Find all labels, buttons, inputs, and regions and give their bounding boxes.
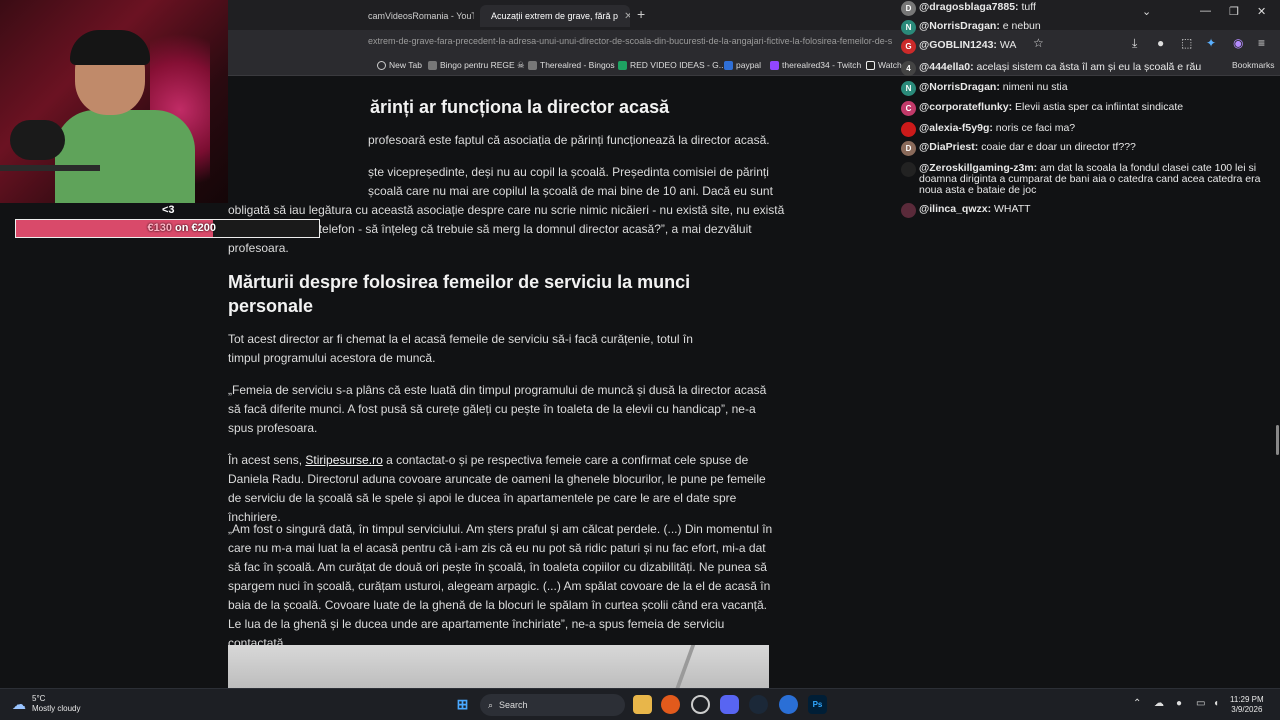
twitch-icon	[770, 60, 779, 70]
avatar: N	[901, 81, 916, 96]
volume-icon[interactable]: ◖	[1213, 698, 1219, 709]
chat-username[interactable]: @DiaPriest:	[919, 141, 978, 153]
chat-username[interactable]: @ilinca_qwzx:	[919, 203, 991, 215]
paypal-icon	[724, 60, 733, 70]
tab-youtube[interactable]: camVideosRomania - YouT✕	[362, 5, 474, 27]
page-icon	[428, 61, 437, 70]
avatar: G	[901, 39, 916, 54]
globe-icon	[377, 60, 386, 70]
paragraph-line: profesoara.	[228, 241, 289, 255]
cloud-icon: ☁	[12, 695, 26, 712]
webcam-feed	[0, 0, 228, 203]
chat-username[interactable]: @444ella0:	[919, 61, 974, 73]
page-icon	[528, 60, 537, 70]
windows-start-icon[interactable]: ⊞	[453, 695, 472, 714]
taskbar: ☁ 5°C Mostly cloudy ⊞ ⌕ Search Ps ⌃ ☁ ● …	[0, 688, 1280, 720]
paragraph: „Femeia de serviciu s-a plâns că este lu…	[228, 383, 767, 435]
chat-username[interactable]: @NorrisDragan:	[919, 81, 1000, 93]
avatar	[901, 122, 916, 137]
section-heading: ărinți ar funcționa la director acasă	[370, 97, 670, 117]
avatar: D	[901, 141, 916, 156]
chat-username[interactable]: @alexia-f5y9g:	[919, 122, 993, 134]
paragraph: În acest sens, Stiripesurse.ro a contact…	[228, 453, 766, 524]
cloud-sync-icon[interactable]: ☁	[1154, 698, 1164, 709]
weather-widget[interactable]: ☁ 5°C Mostly cloudy	[12, 694, 80, 714]
avatar: 4	[901, 61, 916, 76]
scrollbar-thumb[interactable]	[1276, 425, 1279, 455]
tab-label: Acuzații extrem de grave, fără p	[491, 11, 619, 21]
display-icon[interactable]: ▭	[1196, 698, 1205, 709]
temperature: 5°C	[32, 694, 46, 703]
steam-icon[interactable]	[749, 695, 768, 714]
file-explorer-icon[interactable]	[633, 695, 652, 714]
chat-username[interactable]: @GOBLIN1243:	[919, 39, 997, 51]
new-tab-button[interactable]: +	[637, 6, 645, 22]
chrome-icon[interactable]	[691, 695, 710, 714]
microphone	[10, 120, 65, 160]
search-box[interactable]: ⌕ Search	[480, 694, 625, 716]
close-icon[interactable]: ✕	[624, 11, 630, 22]
avatar	[901, 203, 916, 218]
paragraph-line: obligată să iau legătura cu această asoc…	[228, 203, 785, 217]
avatar	[901, 162, 916, 177]
paragraph: Tot acest director ar fi chemat la el ac…	[228, 332, 693, 365]
paragraph: „Am fost o singură dată, în timpul servi…	[228, 522, 773, 650]
bookmark-item[interactable]: therealred34 - Twitch	[770, 60, 861, 70]
chat-username[interactable]: @NorrisDragan:	[919, 20, 1000, 32]
microphone-icon[interactable]: ●	[1176, 698, 1182, 709]
chat-text: noris ce faci ma?	[995, 122, 1076, 134]
streamer-body	[55, 110, 195, 203]
chat-text: WHATT	[994, 203, 1031, 215]
sheets-icon	[618, 60, 627, 70]
tiktok-icon	[866, 60, 875, 70]
avatar: C	[901, 101, 916, 116]
bookmark-item[interactable]: Bingo pentru REGE ☠	[428, 60, 525, 71]
clock[interactable]: 11:29 PM 3/9/2026	[1230, 695, 1264, 715]
search-icon: ⌕	[488, 699, 494, 710]
heart-text: <3	[162, 204, 175, 216]
photoshop-icon[interactable]: Ps	[808, 695, 827, 714]
article-image	[228, 645, 769, 690]
discord-icon[interactable]	[720, 695, 739, 714]
paragraph: profesoară este faptul că asociația de p…	[368, 133, 770, 147]
stiripesurse-link[interactable]: Stiripesurse.ro	[305, 453, 382, 467]
bookmark-item[interactable]: Therealred - Bingos	[528, 60, 615, 70]
section-heading: Mărturii despre folosirea femeilor de se…	[228, 272, 691, 316]
avatar: D	[901, 1, 916, 16]
paragraph-line: ște vicepreședinte, deși nu au copil la …	[368, 165, 769, 179]
tab-article[interactable]: Acuzații extrem de grave, fără p ✕	[480, 5, 630, 27]
mic-arm	[0, 165, 100, 171]
app-icon[interactable]	[779, 695, 798, 714]
bookmark-item[interactable]: New Tab	[377, 60, 422, 70]
search-label: Search	[499, 700, 528, 710]
chat-text: nimeni nu stia	[1002, 81, 1068, 93]
weather-text: Mostly cloudy	[32, 704, 81, 713]
chat-username[interactable]: @corporateflunky:	[919, 101, 1012, 113]
chat-username[interactable]: @dragosblaga7885:	[919, 1, 1019, 13]
donation-goal-text: €130 on €200	[147, 222, 216, 234]
tab-label: camVideosRomania - YouT	[368, 11, 474, 21]
chat-text: tuff	[1021, 1, 1036, 13]
chat-text: coaie dar e doar un director tf???	[981, 141, 1136, 153]
firefox-icon[interactable]	[661, 695, 680, 714]
chat-text: același sistem ca ăsta îl am și eu la șc…	[976, 61, 1202, 73]
paragraph-line: școală care nu mai are copilul la școală…	[368, 184, 773, 198]
chat-overlay: D @dragosblaga7885: tuff N @NorrisDragan: e…	[900, 0, 1280, 230]
chat-text: e nebun	[1002, 20, 1041, 32]
chat-text: WA	[999, 39, 1017, 51]
streamer-cap	[70, 30, 150, 65]
chat-text: Elevii astia sper ca infiintat sindicate	[1015, 101, 1184, 113]
donation-goal-bar: €130 on €200	[15, 219, 320, 238]
bookmark-item[interactable]: paypal	[724, 60, 761, 70]
bookmark-item[interactable]: RED VIDEO IDEAS - G...	[618, 60, 726, 70]
chevron-up-icon[interactable]: ⌃	[1133, 698, 1141, 709]
avatar: N	[901, 20, 916, 35]
url-field[interactable]: extrem-de-grave-fara-precedent-la-adresa…	[368, 36, 898, 46]
bookmark-item[interactable]: Watch	[866, 60, 902, 70]
